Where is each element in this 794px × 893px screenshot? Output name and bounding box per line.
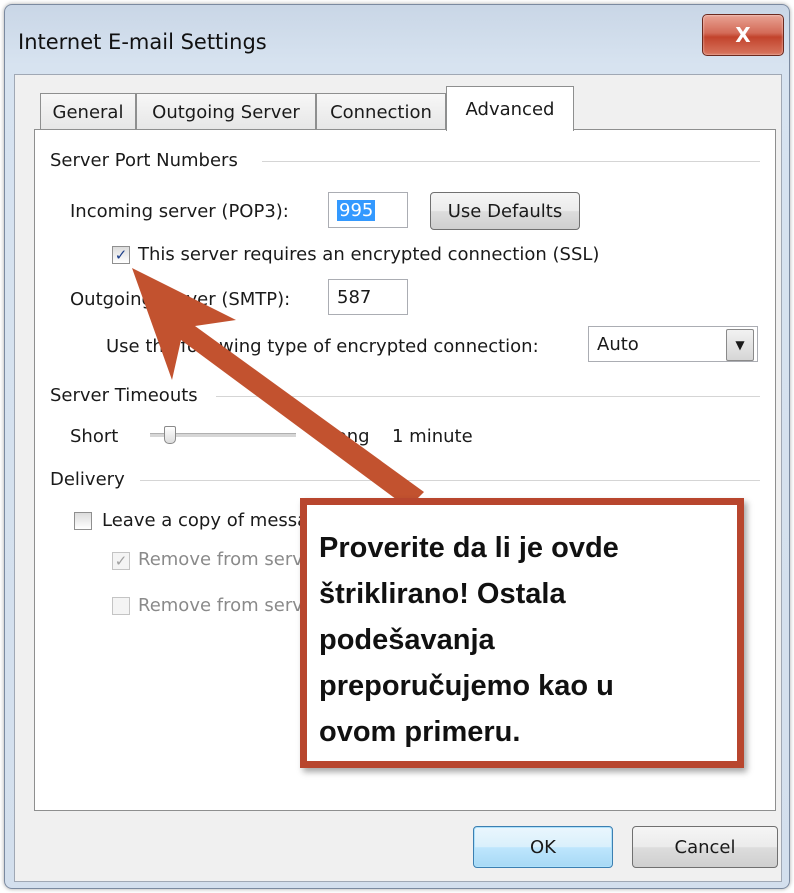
arrow-icon bbox=[132, 268, 424, 508]
callout-note: Proverite da li je ovde štriklirano! Ost… bbox=[300, 498, 744, 768]
